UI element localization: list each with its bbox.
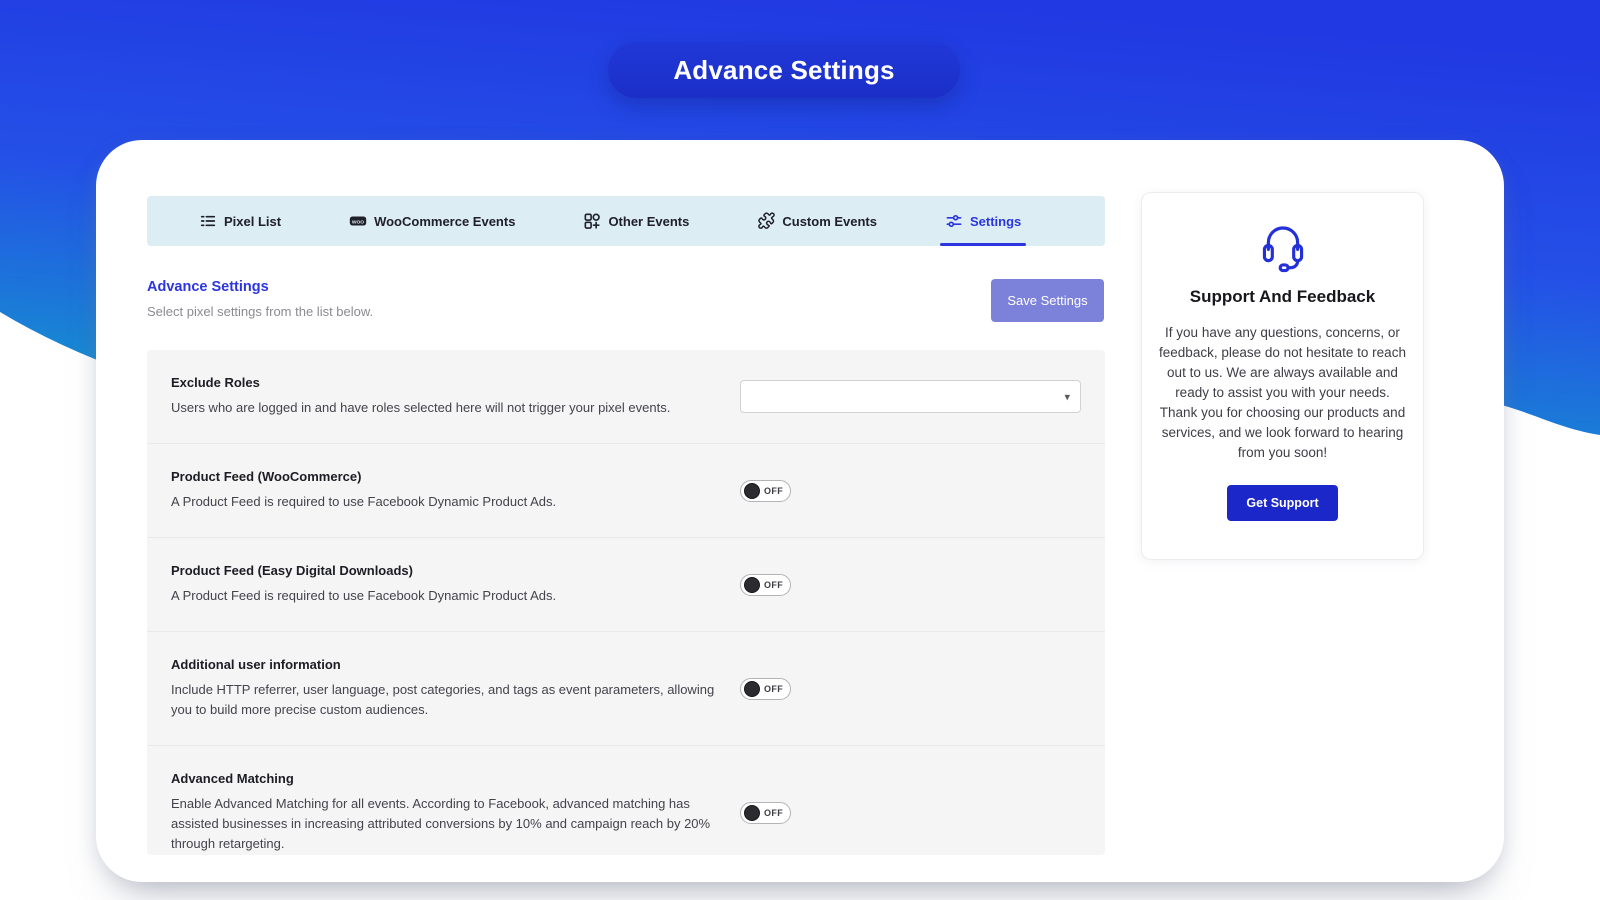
- toggle-knob: [744, 805, 760, 821]
- setting-description: Enable Advanced Matching for all events.…: [171, 794, 716, 854]
- setting-description: Include HTTP referrer, user language, po…: [171, 680, 716, 720]
- tab-bar: Pixel List WooCommerce Events Other Even…: [147, 196, 1105, 246]
- toggle-product-feed-easy-digital-downloads[interactable]: OFF: [740, 574, 791, 596]
- setting-row-product-feed-woocommerce: Product Feed (WooCommerce) A Product Fee…: [147, 444, 1105, 538]
- support-card: Support And Feedback If you have any que…: [1141, 192, 1424, 560]
- get-support-button[interactable]: Get Support: [1227, 485, 1337, 521]
- tab-pixel-list[interactable]: Pixel List: [199, 196, 281, 246]
- section-subtitle: Select pixel settings from the list belo…: [147, 304, 373, 319]
- setting-description: A Product Feed is required to use Facebo…: [171, 492, 716, 512]
- sliders-icon: [945, 212, 963, 230]
- setting-label: Product Feed (Easy Digital Downloads): [171, 563, 716, 578]
- puzzle-icon: [757, 212, 775, 230]
- section-title: Advance Settings: [147, 279, 269, 295]
- toggle-knob: [744, 681, 760, 697]
- toggle-state-label: OFF: [764, 486, 783, 496]
- setting-label: Advanced Matching: [171, 771, 716, 786]
- setting-label: Exclude Roles: [171, 375, 716, 390]
- toggle-state-label: OFF: [764, 684, 783, 694]
- tab-settings[interactable]: Settings: [945, 196, 1021, 246]
- setting-label: Product Feed (WooCommerce): [171, 469, 716, 484]
- setting-label: Additional user information: [171, 657, 716, 672]
- tab-woocommerce-events[interactable]: WooCommerce Events: [349, 196, 515, 246]
- setting-row-product-feed-easy-digital-downloads: Product Feed (Easy Digital Downloads) A …: [147, 538, 1105, 632]
- toggle-knob: [744, 577, 760, 593]
- toggle-knob: [744, 483, 760, 499]
- tab-custom-events[interactable]: Custom Events: [757, 196, 877, 246]
- support-title: Support And Feedback: [1159, 287, 1406, 307]
- page-title: Advance Settings: [673, 55, 894, 86]
- settings-card: Pixel List WooCommerce Events Other Even…: [96, 140, 1504, 882]
- grid-plus-icon: [583, 212, 601, 230]
- toggle-product-feed-woocommerce[interactable]: OFF: [740, 480, 791, 502]
- headset-icon: [1256, 219, 1310, 273]
- caret-down-icon: ▾: [1064, 390, 1070, 403]
- settings-panel: Exclude Roles Users who are logged in an…: [147, 350, 1105, 855]
- setting-row-exclude-roles: Exclude Roles Users who are logged in an…: [147, 350, 1105, 444]
- page-title-pill: Advance Settings: [608, 42, 960, 98]
- setting-row-additional-user-information: Additional user information Include HTTP…: [147, 632, 1105, 746]
- toggle-state-label: OFF: [764, 580, 783, 590]
- toggle-additional-user-information[interactable]: OFF: [740, 678, 791, 700]
- toggle-state-label: OFF: [764, 808, 783, 818]
- woo-icon: [349, 212, 367, 230]
- setting-description: A Product Feed is required to use Facebo…: [171, 586, 716, 606]
- setting-row-advanced-matching: Advanced Matching Enable Advanced Matchi…: [147, 746, 1105, 855]
- setting-description: Users who are logged in and have roles s…: [171, 398, 716, 418]
- save-settings-button[interactable]: Save Settings: [991, 279, 1104, 322]
- tab-other-events[interactable]: Other Events: [583, 196, 689, 246]
- support-body: If you have any questions, concerns, or …: [1159, 323, 1406, 463]
- page: Advance Settings Pixel List WooCommerce …: [0, 0, 1600, 900]
- list-icon: [199, 212, 217, 230]
- toggle-advanced-matching[interactable]: OFF: [740, 802, 791, 824]
- exclude-roles-select[interactable]: ▾: [740, 380, 1081, 413]
